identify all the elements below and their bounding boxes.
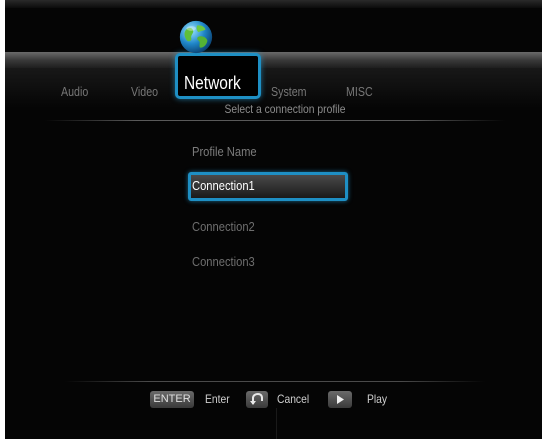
header-divider — [45, 120, 505, 121]
profile-item-connection3[interactable]: Connection3 — [192, 254, 255, 269]
profile-item-label: Connection1 — [192, 178, 255, 193]
play-key-button[interactable] — [328, 391, 352, 408]
globe-icon — [179, 20, 213, 54]
section-subtitle: Select a connection profile — [224, 102, 346, 116]
play-hint-label: Play — [367, 392, 388, 406]
enter-hint-label: Enter — [205, 392, 230, 406]
tv-screen: Audio Video Network System MISC Select a… — [5, 0, 542, 439]
cancel-hint-label: Cancel — [277, 392, 310, 406]
tab-system[interactable]: System — [271, 84, 307, 99]
cancel-key-button[interactable] — [246, 391, 268, 408]
tab-video[interactable]: Video — [131, 84, 158, 99]
tab-audio[interactable]: Audio — [61, 84, 88, 99]
tab-network-label: Network — [184, 73, 241, 93]
profile-list-header: Profile Name — [192, 144, 257, 159]
back-arrow-icon — [250, 392, 263, 405]
tab-misc[interactable]: MISC — [346, 84, 373, 99]
profile-item-connection2[interactable]: Connection2 — [192, 219, 255, 234]
top-strip — [5, 0, 542, 8]
enter-key-button[interactable]: ENTER — [150, 391, 194, 408]
menu-band — [5, 52, 542, 68]
footer-divider — [65, 381, 485, 382]
footer-separator — [276, 408, 277, 439]
play-icon — [337, 395, 344, 404]
